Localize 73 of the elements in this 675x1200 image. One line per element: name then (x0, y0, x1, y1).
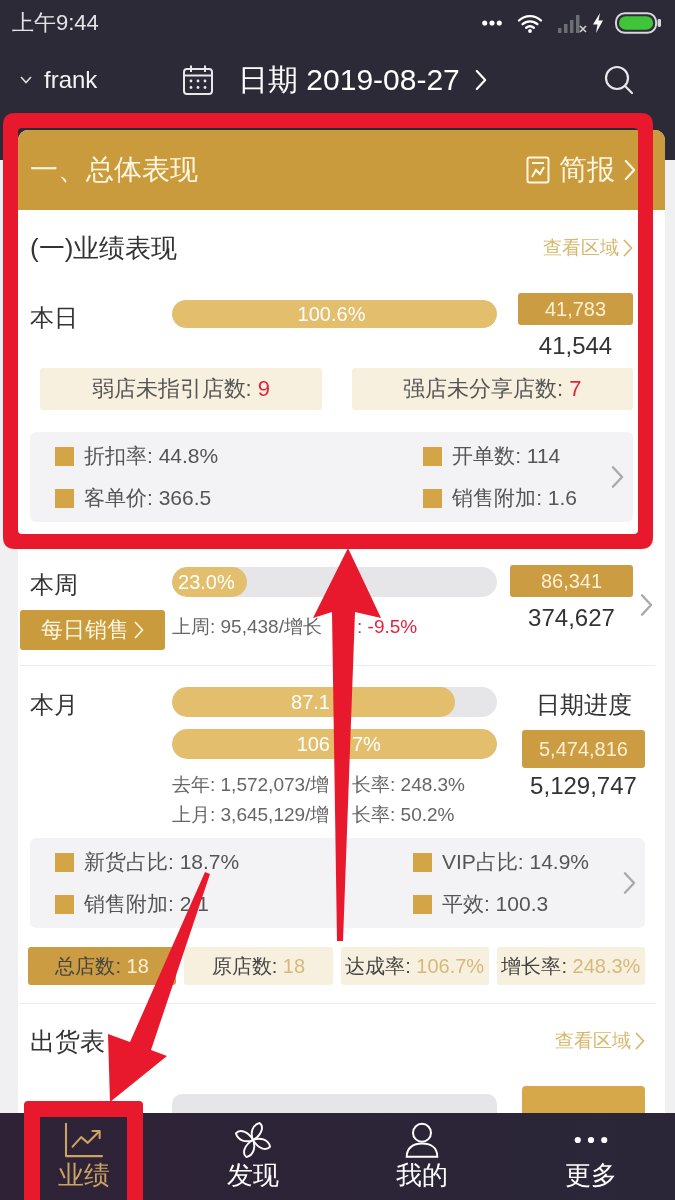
comparison-text: 上月: 3,645,129/增 (172, 803, 330, 827)
period-label: 本日 (30, 303, 78, 333)
chevron-right-icon (624, 158, 636, 182)
summary-chip[interactable]: 总店数: 18 (28, 947, 177, 985)
marker-icon (423, 446, 443, 466)
period-label: 本周 (30, 570, 78, 600)
user-dropdown[interactable]: frank (20, 65, 98, 95)
summary-chip[interactable]: 增长率: 248.3% (496, 947, 645, 985)
marker-icon (412, 894, 432, 914)
marker-icon (55, 852, 74, 872)
progress-text: 23.0% (178, 570, 235, 594)
summary-chip[interactable]: 达成率: 106.7% (340, 947, 489, 985)
chevron-right-icon[interactable] (623, 871, 636, 895)
comparison-text: : -9.5% (357, 615, 418, 639)
chevron-right-icon[interactable] (640, 593, 653, 617)
progress-text: 87.1 (291, 690, 330, 714)
calendar-icon (182, 64, 214, 96)
target-amount: 5,474,816 (522, 730, 645, 768)
metric-text: 销售附加: 1.6 (452, 485, 577, 511)
nav-tab[interactable]: 更多 (506, 1113, 675, 1200)
store-count: 强店未分享店数: 7 (351, 368, 633, 410)
comparison-text: 长率: 50.2% (352, 803, 455, 827)
chevron-right-icon[interactable] (611, 465, 624, 489)
actual-amount: 374,627 (528, 603, 615, 633)
more-dots-icon (482, 19, 502, 26)
nav-tab[interactable]: 发现 (168, 1113, 338, 1200)
document-chart-icon (526, 156, 550, 184)
chevron-right-icon (623, 239, 633, 257)
chevron-right-icon (635, 1032, 645, 1050)
progress-text: 100.6% (297, 302, 366, 326)
metric-text: 开单数: 114 (452, 443, 561, 469)
marker-icon (423, 488, 443, 508)
search-icon[interactable] (604, 65, 634, 95)
person-icon (403, 1122, 440, 1158)
metric-text: 折扣率: 44.8% (84, 443, 219, 469)
card-title: 一、总体表现 (30, 153, 198, 187)
metric-text: VIP占比: 14.9% (441, 849, 589, 875)
section-title: 出货表 (30, 1026, 105, 1057)
metric-text: 新货占比: 18.7% (84, 849, 240, 875)
date-picker[interactable]: 日期 2019-08-27 (182, 62, 487, 98)
comparison-text: 上周: 95,438/增长 (172, 615, 322, 639)
progress-text: 106 (296, 732, 330, 756)
progress-text: 7% (352, 732, 381, 756)
comparison-text: 长率: 248.3% (352, 773, 465, 797)
chevron-right-icon (134, 619, 144, 641)
signal-icon (557, 12, 587, 33)
marker-icon (55, 488, 74, 508)
nav-tab[interactable]: 我的 (337, 1113, 507, 1200)
period-label: 本月 (30, 690, 78, 720)
battery-icon (615, 11, 662, 34)
comparison-text: 去年: 1,572,073/增 (172, 773, 330, 797)
chevron-right-icon (474, 69, 487, 91)
trend-chart-icon (64, 1122, 105, 1158)
actual-amount: 41,544 (538, 331, 613, 361)
more-dots-icon (573, 1136, 608, 1144)
store-count: 弱店未指引店数: 9 (40, 368, 322, 410)
caret-down-icon (20, 76, 32, 84)
target-amount: 41,783 (518, 293, 633, 325)
metric-text: 平效: 100.3 (441, 891, 549, 917)
status-time: 上午9:44 (12, 9, 99, 36)
section-title: (一)业绩表现 (30, 232, 178, 264)
metric-text: 客单价: 366.5 (84, 485, 212, 511)
nav-tab[interactable]: 业绩 (0, 1113, 169, 1200)
wifi-icon (517, 12, 543, 33)
pinwheel-icon (234, 1121, 273, 1159)
marker-icon (55, 894, 74, 914)
target-amount: 86,341 (510, 565, 633, 597)
actual-amount: 5,129,747 (530, 771, 637, 801)
charging-icon (593, 12, 603, 33)
marker-icon (55, 446, 74, 466)
summary-chip[interactable]: 原店数: 18 (184, 947, 333, 985)
marker-icon (412, 852, 432, 872)
date-progress-label: 日期进度 (535, 690, 632, 720)
